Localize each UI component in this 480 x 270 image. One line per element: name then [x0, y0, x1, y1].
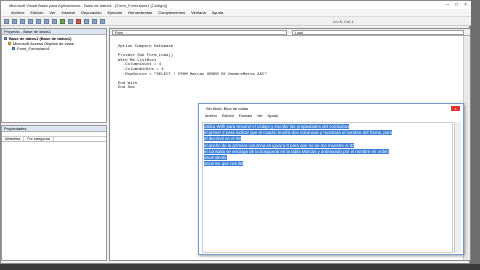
notepad-scrollbar[interactable] — [454, 122, 461, 253]
tab-por-categorias[interactable]: Por categorías — [24, 137, 55, 141]
notepad-title: Sin título: Bloc de notas — [206, 105, 249, 111]
menu-herramientas[interactable]: Herramientas — [128, 10, 152, 15]
np-menu-ver[interactable]: Ver — [257, 114, 262, 118]
cursor-position: Lín 6, Col 1 — [333, 18, 354, 24]
menu-ver[interactable]: Ver — [49, 10, 55, 15]
code-scrollbar[interactable] — [463, 36, 470, 260]
window-title: Microsoft Visual Basic para Aplicaciones… — [9, 2, 167, 8]
close-icon[interactable]: × — [464, 2, 467, 8]
cut-icon[interactable] — [28, 18, 33, 24]
properties-tabs: Alfabética Por categorías — [2, 137, 106, 142]
menu-complementos[interactable]: Complementos — [158, 10, 185, 15]
notepad-window: Sin título: Bloc de notas × Archivo Edic… — [198, 103, 464, 255]
toolbar: Lín 6, Col 1 — [1, 17, 471, 26]
taskbar — [0, 264, 480, 270]
maximize-icon[interactable]: □ — [455, 2, 458, 8]
menu-ayuda[interactable]: Ayuda — [212, 10, 223, 15]
np-menu-archivo[interactable]: Archivo — [205, 114, 217, 118]
project-explorer-pane: Proyecto - Base de datos1 Base de datos1… — [1, 28, 107, 123]
menu-depuracion[interactable]: Depuración — [81, 10, 101, 15]
tab-alfabetica[interactable]: Alfabética — [2, 137, 25, 141]
np-menu-formato[interactable]: Formato — [239, 114, 252, 118]
design-mode-icon[interactable] — [84, 18, 89, 24]
pause-icon[interactable] — [68, 18, 73, 24]
text-line: ascenso qué resulta — [204, 161, 244, 167]
text-line: ascendente — [204, 155, 227, 161]
text-line: el consulta se encarga de la búsqueda en… — [204, 148, 389, 154]
project-explorer-icon[interactable] — [92, 18, 97, 24]
folder-icon — [8, 42, 11, 45]
tree-item-form[interactable]: Form_Formulario1 — [4, 46, 104, 51]
notepad-text-area[interactable]: utiliza With para resumir el código y es… — [202, 122, 453, 253]
properties-icon[interactable] — [100, 18, 105, 24]
procedure-combobox[interactable]: Load — [292, 30, 464, 35]
code-editor[interactable]: Option Compare Database Private Sub Form… — [118, 45, 458, 91]
menu-archivo[interactable]: Archivo — [11, 10, 24, 15]
paste-icon[interactable] — [44, 18, 49, 24]
code-window-header: Form Load — [110, 29, 470, 36]
menu-insertar[interactable]: Insertar — [61, 10, 75, 15]
text-line: utiliza With para resumir el código y es… — [204, 124, 350, 129]
project-tree: Base de datos1 (Base de datos1) Microsof… — [2, 35, 106, 52]
vba-title-bar: Microsoft Visual Basic para Aplicaciones… — [1, 1, 471, 9]
menu-bar: Archivo Edición Ver Insertar Depuración … — [1, 9, 471, 17]
find-icon[interactable] — [52, 18, 57, 24]
insert-module-icon[interactable] — [12, 18, 17, 24]
menu-ventana[interactable]: Ventana — [191, 10, 206, 15]
object-combobox[interactable]: Form — [112, 30, 287, 35]
np-menu-ayuda[interactable]: Ayuda — [268, 114, 278, 118]
run-icon[interactable] — [60, 18, 65, 24]
menu-ejecutar[interactable]: Ejecutar — [108, 10, 123, 15]
minimize-icon[interactable]: – — [446, 2, 449, 8]
form-icon — [12, 47, 15, 50]
notepad-close-icon[interactable]: × — [451, 106, 460, 111]
np-menu-edicion[interactable]: Edición — [222, 114, 234, 118]
copy-icon[interactable] — [36, 18, 41, 24]
notepad-menu-bar: Archivo Edición Formato Ver Ayuda — [199, 113, 463, 119]
save-icon[interactable] — [20, 18, 25, 24]
notepad-title-bar: Sin título: Bloc de notas — [199, 104, 463, 112]
notepad-text: utiliza With para resumir el código y es… — [204, 124, 449, 167]
text-line: el primer 2 para indicar que el cuadro t… — [204, 130, 393, 136]
reset-icon[interactable] — [76, 18, 81, 24]
properties-pane: Propiedades Alfabética Por categorías — [1, 125, 107, 261]
database-icon — [4, 37, 7, 40]
text-line: el ancho de la primera columna es igual … — [204, 142, 355, 148]
text-line: el decimal en el IM — [204, 136, 241, 142]
view-access-icon[interactable] — [4, 18, 9, 24]
menu-edicion[interactable]: Edición — [30, 10, 43, 15]
